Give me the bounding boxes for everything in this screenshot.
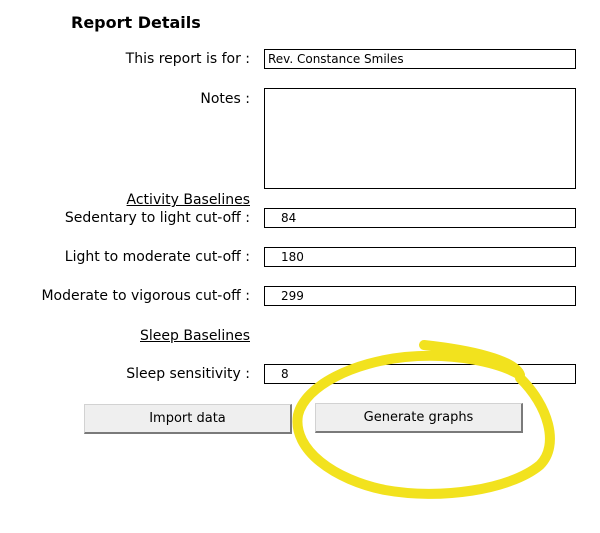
moderate-cutoff-label: Moderate to vigorous cut-off : [41, 288, 250, 304]
sleep-baselines-link[interactable]: Sleep Baselines [140, 327, 250, 345]
moderate-cutoff-input[interactable] [264, 286, 576, 306]
light-cutoff-label: Light to moderate cut-off : [64, 249, 250, 265]
activity-baselines-link[interactable]: Activity Baselines [127, 191, 250, 209]
light-cutoff-input[interactable] [264, 247, 576, 267]
import-data-button[interactable]: Import data [84, 404, 292, 434]
sleep-sensitivity-input[interactable] [264, 364, 576, 384]
notes-label: Notes : [200, 91, 250, 107]
generate-graphs-button[interactable]: Generate graphs [315, 403, 523, 433]
sleep-sensitivity-label: Sleep sensitivity : [126, 366, 250, 382]
report-for-input[interactable] [264, 49, 576, 69]
notes-textarea[interactable] [264, 88, 576, 189]
report-for-label: This report is for : [125, 51, 250, 67]
sedentary-cutoff-input[interactable] [264, 208, 576, 228]
sedentary-cutoff-label: Sedentary to light cut-off : [64, 210, 250, 226]
page-title: Report Details [71, 13, 201, 32]
